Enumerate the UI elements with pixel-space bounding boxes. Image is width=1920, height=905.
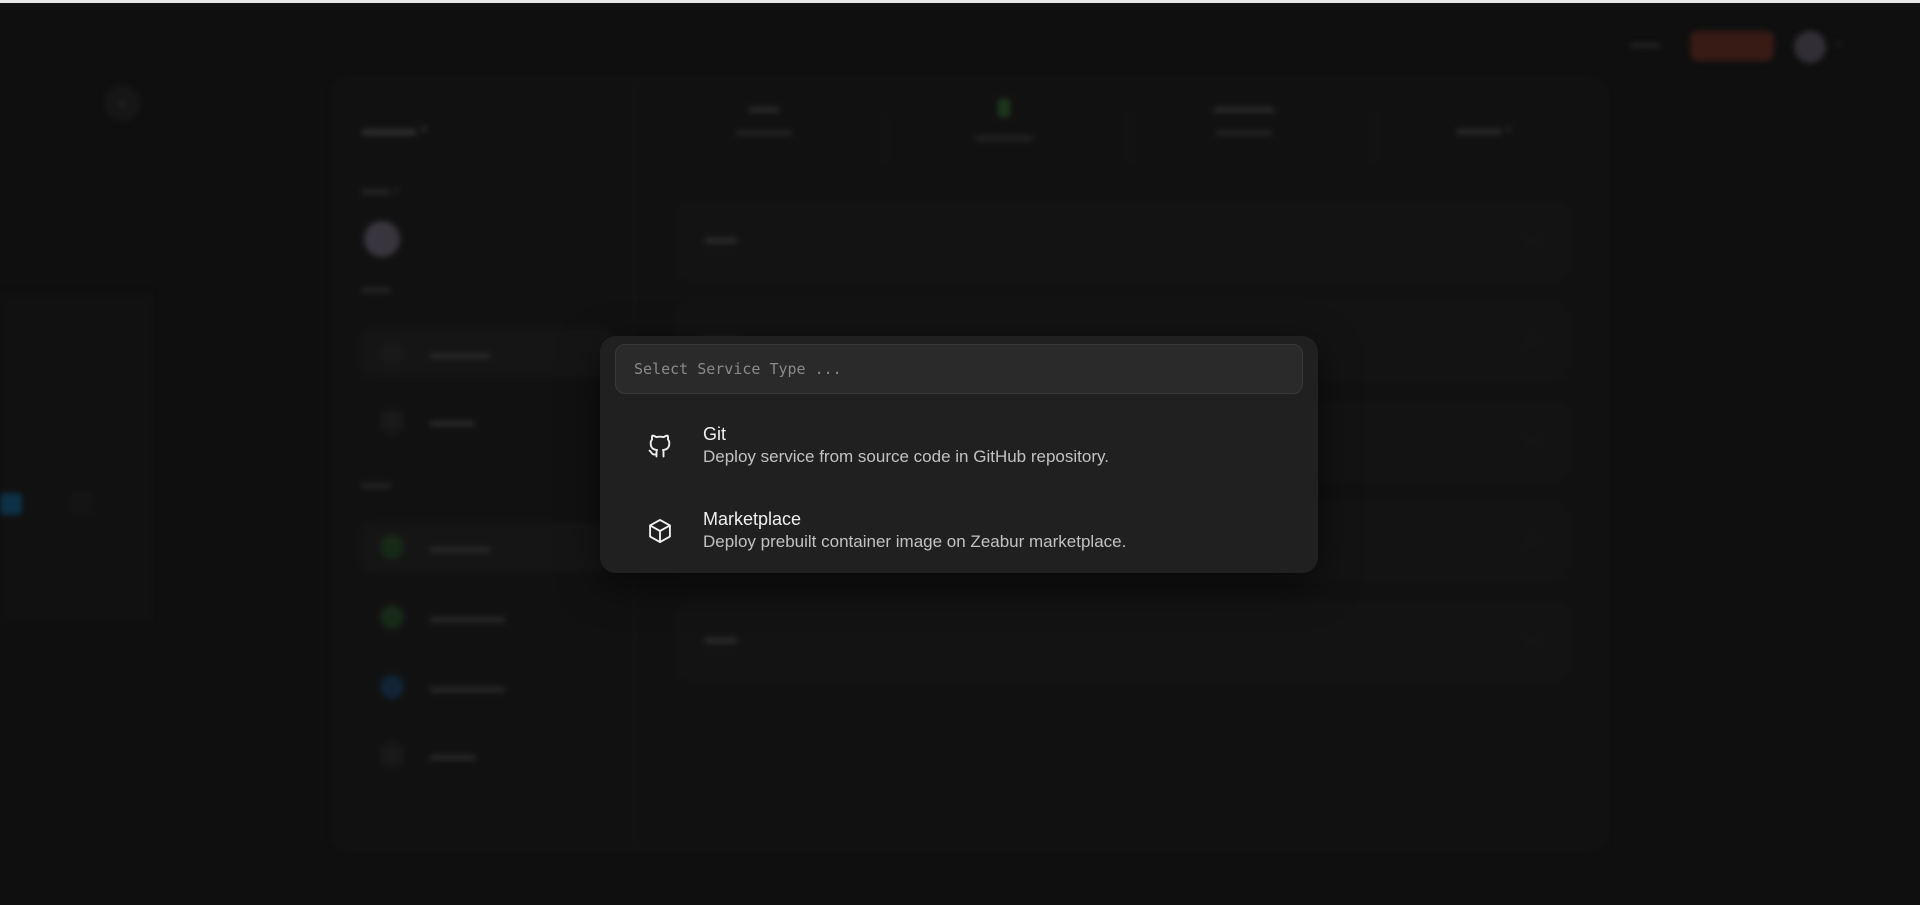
- option-description: Deploy prebuilt container image on Zeabu…: [703, 532, 1127, 551]
- service-type-search-input[interactable]: [615, 344, 1303, 394]
- option-description: Deploy service from source code in GitHu…: [703, 447, 1109, 466]
- github-icon: [645, 431, 675, 461]
- option-marketplace[interactable]: Marketplace Deploy prebuilt container im…: [615, 495, 1303, 567]
- service-type-palette: Git Deploy service from source code in G…: [600, 336, 1318, 573]
- option-title: Marketplace: [703, 509, 802, 529]
- option-git[interactable]: Git Deploy service from source code in G…: [615, 410, 1303, 482]
- option-title: Git: [703, 424, 727, 444]
- option-marketplace-text: Marketplace Deploy prebuilt container im…: [703, 508, 1126, 554]
- option-git-text: Git Deploy service from source code in G…: [703, 423, 1109, 469]
- package-icon: [645, 516, 675, 546]
